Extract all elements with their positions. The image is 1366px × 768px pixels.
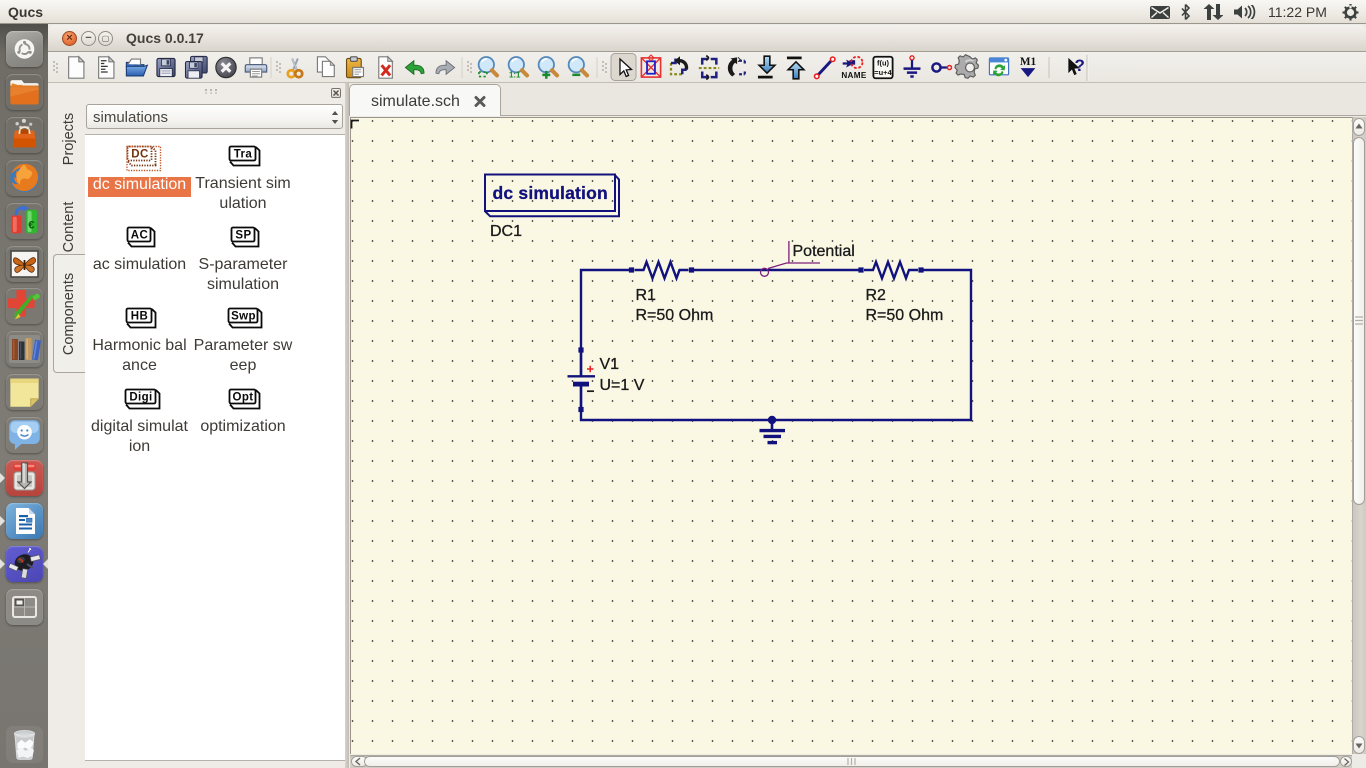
svg-text:HB: HB bbox=[131, 311, 148, 323]
svg-text:Digi: Digi bbox=[129, 392, 152, 404]
svg-text:Swp: Swp bbox=[231, 311, 256, 323]
svg-text:?: ? bbox=[1074, 56, 1084, 75]
svg-text:M1: M1 bbox=[1020, 56, 1037, 68]
svg-text:Tra: Tra bbox=[234, 148, 253, 160]
svg-text:AC: AC bbox=[131, 230, 148, 242]
svg-text:€: € bbox=[28, 219, 35, 231]
svg-text:SP: SP bbox=[235, 230, 251, 242]
svg-text:DC: DC bbox=[131, 149, 148, 161]
svg-text:f(u): f(u) bbox=[877, 59, 889, 68]
svg-text:NAME: NAME bbox=[841, 71, 867, 80]
svg-text:1:1: 1:1 bbox=[509, 71, 521, 80]
svg-text:=u+4: =u+4 bbox=[874, 68, 892, 77]
svg-text:Opt: Opt bbox=[233, 392, 254, 404]
